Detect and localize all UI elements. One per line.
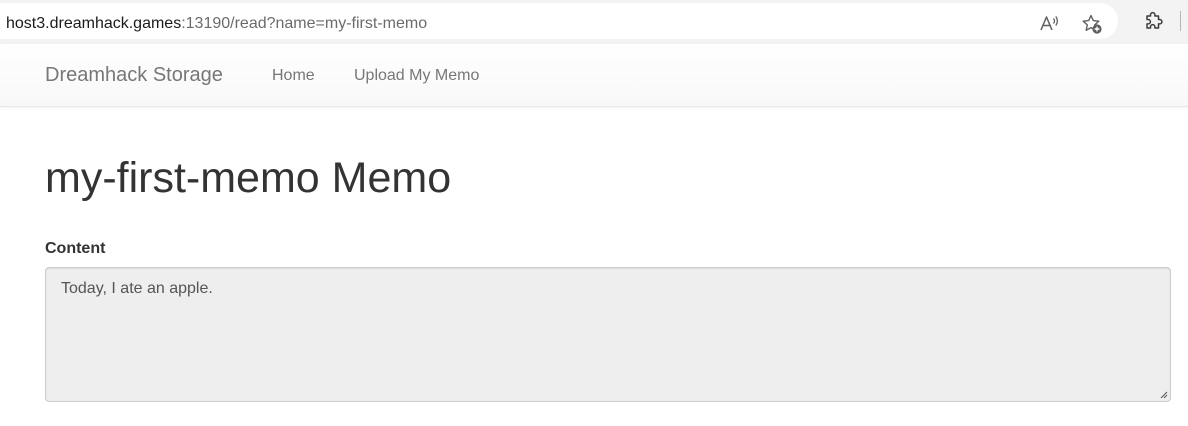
address-bar[interactable]: host3.dreamhack.games:13190/read?name=my…	[0, 3, 1118, 39]
brand-link[interactable]: Dreamhack Storage	[45, 64, 223, 86]
page-title: my-first-memo Memo	[45, 154, 452, 202]
resize-handle-icon[interactable]	[1158, 389, 1168, 399]
nav-link-upload-my-memo[interactable]: Upload My Memo	[354, 67, 479, 85]
memo-content-textarea[interactable]: Today, I ate an apple.	[45, 267, 1171, 402]
address-bar-url[interactable]: host3.dreamhack.games:13190/read?name=my…	[6, 15, 427, 33]
toolbar-divider	[1180, 11, 1181, 31]
content-label: Content	[45, 240, 106, 257]
read-aloud-icon[interactable]	[1038, 13, 1060, 35]
extensions-icon[interactable]	[1142, 10, 1164, 32]
site-navbar: Dreamhack Storage Home Upload My Memo	[0, 44, 1188, 107]
memo-content-text: Today, I ate an apple.	[61, 280, 213, 297]
url-host: host3.dreamhack.games	[6, 15, 182, 32]
browser-toolbar: host3.dreamhack.games:13190/read?name=my…	[0, 0, 1188, 44]
add-favorite-icon[interactable]	[1081, 13, 1103, 35]
url-path: :13190/read?name=my-first-memo	[181, 15, 428, 32]
nav-link-home[interactable]: Home	[272, 67, 315, 85]
